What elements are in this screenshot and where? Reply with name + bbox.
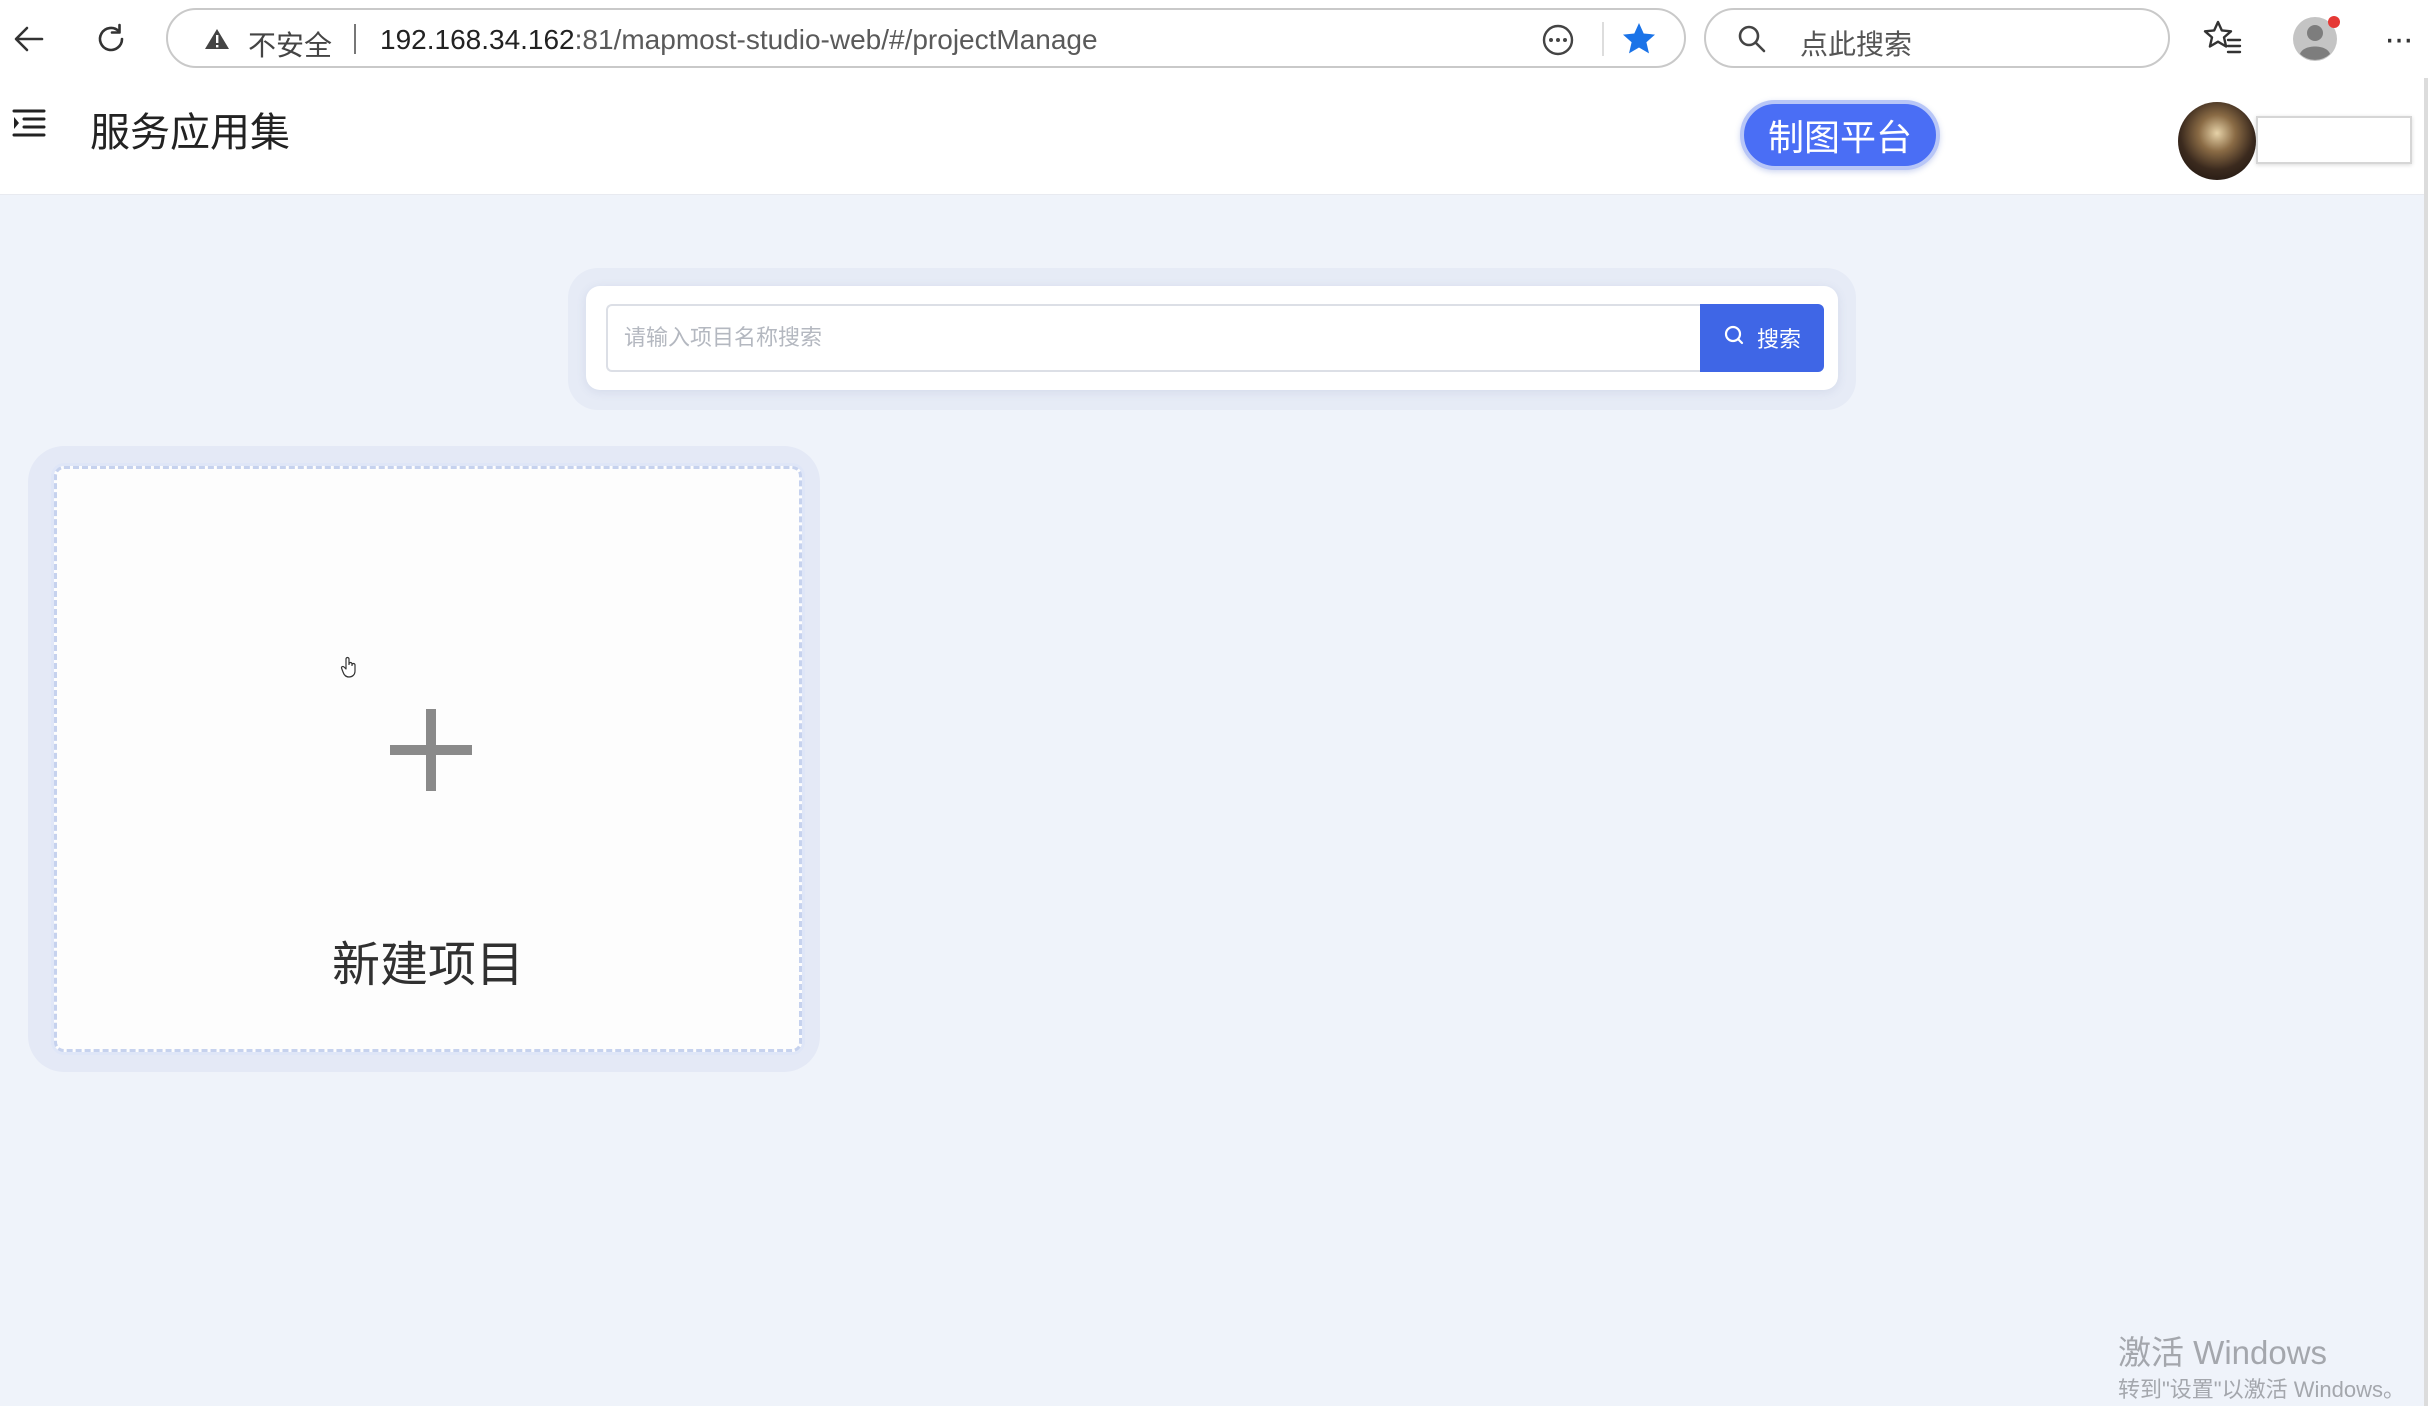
new-project-label: 新建项目	[331, 939, 524, 992]
user-name-box[interactable]	[2256, 116, 2412, 164]
activation-watermark-subtitle: 转到"设置"以激活 Windows。	[2118, 1377, 2405, 1402]
page-title: 服务应用集	[90, 111, 290, 155]
scrollbar-track[interactable]	[2424, 78, 2428, 1406]
avatar[interactable]	[2178, 102, 2256, 180]
search-icon	[1736, 23, 1768, 60]
reader-icon[interactable]	[1540, 22, 1576, 63]
browser-search-box[interactable]: 点此搜索	[1704, 8, 2170, 68]
menu-toggle-icon[interactable]	[12, 108, 46, 143]
address-divider	[354, 24, 356, 54]
search-icon	[1723, 324, 1745, 352]
address-bar[interactable]: 不安全 192.168.34.162:81/mapmost-studio-web…	[166, 8, 1686, 68]
refresh-icon[interactable]	[86, 14, 136, 64]
security-label: 不安全	[248, 30, 333, 61]
search-bar: 搜索	[586, 286, 1838, 390]
hand-cursor-icon	[340, 656, 358, 683]
activation-watermark-title: 激活 Windows	[2118, 1334, 2328, 1371]
profile-icon[interactable]	[2290, 14, 2340, 69]
notification-dot	[2328, 16, 2340, 28]
search-button[interactable]: 搜索	[1700, 304, 1824, 372]
app-header: 服务应用集 制图平台	[0, 78, 2428, 195]
plus-icon	[390, 709, 472, 796]
platform-button[interactable]: 制图平台	[1740, 100, 1940, 170]
more-icon[interactable]: ···	[2384, 20, 2414, 59]
url-host: 192.168.34.162	[380, 24, 575, 55]
url-text: 192.168.34.162:81/mapmost-studio-web/#/p…	[380, 24, 1098, 56]
project-search-input[interactable]	[606, 304, 1700, 372]
favorites-icon[interactable]	[2202, 18, 2242, 63]
browser-toolbar: 不安全 192.168.34.162:81/mapmost-studio-web…	[0, 0, 2428, 79]
browser-search-placeholder: 点此搜索	[1800, 29, 1913, 60]
back-arrow-icon[interactable]	[4, 14, 54, 64]
new-project-card[interactable]: 新建项目	[54, 466, 802, 1052]
url-path: :81/mapmost-studio-web/#/projectManage	[574, 24, 1098, 55]
warning-icon	[204, 27, 230, 56]
star-icon[interactable]	[1620, 20, 1658, 63]
search-button-label: 搜索	[1756, 327, 1801, 352]
address-divider-2	[1602, 22, 1604, 56]
search-panel: 搜索	[568, 268, 1856, 410]
new-project-card-wrapper: 新建项目	[28, 446, 820, 1072]
